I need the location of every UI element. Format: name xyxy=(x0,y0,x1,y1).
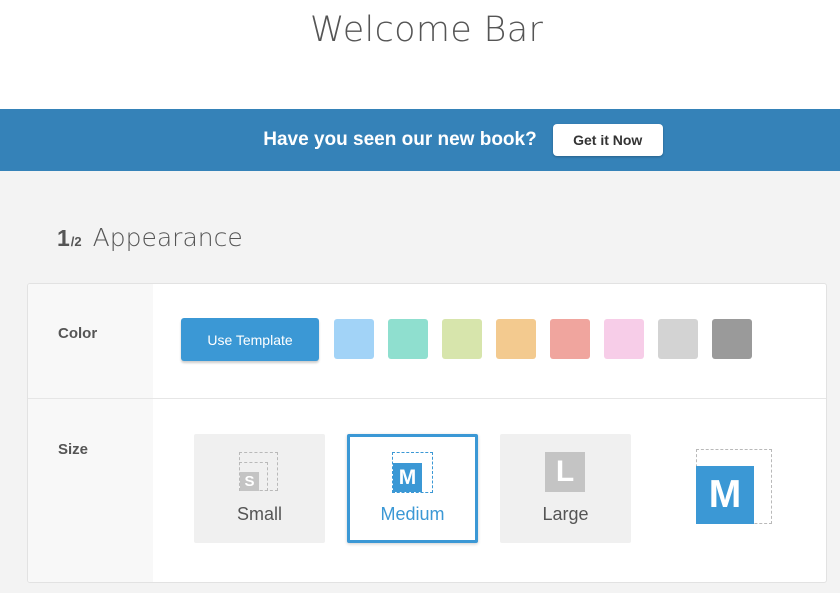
size-small-label: Small xyxy=(236,504,282,524)
size-small-icon: S xyxy=(239,452,279,492)
size-small-letter: S xyxy=(240,472,259,491)
size-option-large[interactable]: L Large xyxy=(500,434,631,543)
page-title: Welcome Bar xyxy=(309,10,544,50)
size-preview: M xyxy=(696,449,772,525)
color-label: Color xyxy=(58,325,98,342)
color-swatch-salmon[interactable] xyxy=(550,319,590,359)
size-large-letter: L xyxy=(545,452,585,492)
color-swatch-teal[interactable] xyxy=(388,319,428,359)
get-it-now-button[interactable]: Get it Now xyxy=(552,124,663,156)
row-divider xyxy=(28,398,826,399)
size-large-label: Large xyxy=(542,504,589,524)
color-swatch-light-blue[interactable] xyxy=(334,319,374,359)
size-medium-label: Medium xyxy=(380,504,445,524)
size-option-small[interactable]: S Small xyxy=(194,434,325,543)
size-large-icon: L xyxy=(545,452,585,492)
step-total: /2 xyxy=(70,234,82,249)
color-swatch-pink[interactable] xyxy=(604,319,644,359)
page-header: Welcome Bar xyxy=(0,0,840,109)
color-swatch-dark-gray[interactable] xyxy=(712,319,752,359)
color-swatch-light-gray[interactable] xyxy=(658,319,698,359)
use-template-button[interactable]: Use Template xyxy=(181,318,319,361)
section-name: Appearance xyxy=(92,223,243,252)
appearance-panel: Color Use Template Size S Small M Medium… xyxy=(27,283,827,583)
preview-letter: M xyxy=(696,466,754,524)
size-medium-icon: M xyxy=(392,452,434,494)
size-label: Size xyxy=(58,441,89,458)
color-swatch-light-green[interactable] xyxy=(442,319,482,359)
welcome-bar-message: Have you seen our new book? xyxy=(263,129,537,150)
section-heading: 1 /2 Appearance xyxy=(57,223,243,252)
step-current: 1 xyxy=(57,225,70,251)
welcome-bar-preview: Have you seen our new book? Get it Now xyxy=(0,109,840,171)
size-option-medium[interactable]: M Medium xyxy=(347,434,478,543)
size-medium-letter: M xyxy=(393,463,422,492)
color-swatch-orange[interactable] xyxy=(496,319,536,359)
